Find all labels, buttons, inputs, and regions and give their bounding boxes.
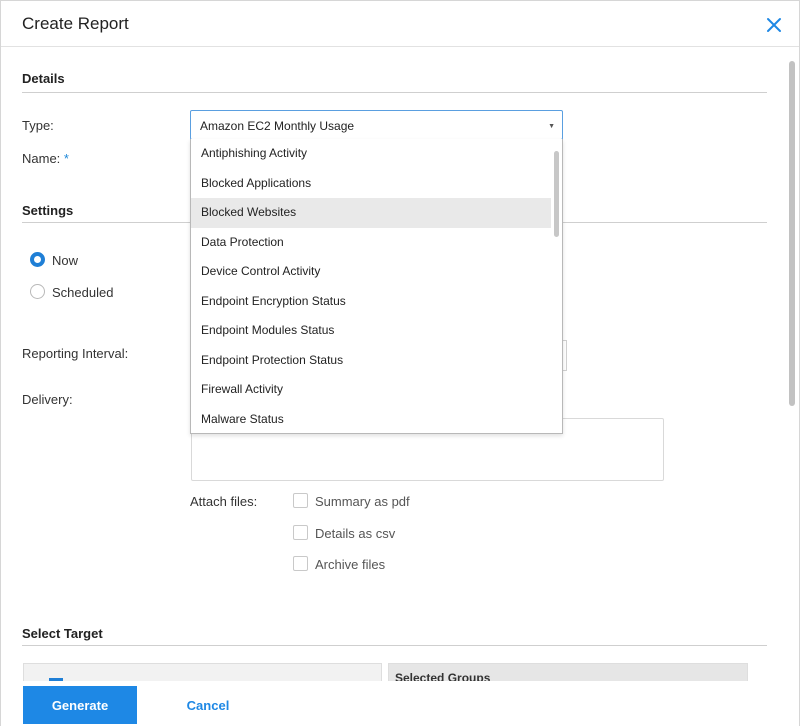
details-divider (22, 92, 767, 93)
settings-section-title: Settings (22, 203, 74, 218)
type-dropdown-list[interactable]: Antiphishing Activity Blocked Applicatio… (190, 139, 563, 434)
generate-button[interactable]: Generate (23, 686, 137, 724)
target-divider (22, 645, 767, 646)
cancel-button[interactable]: Cancel (171, 686, 245, 724)
dropdown-scrollbar-thumb[interactable] (554, 151, 559, 237)
summary-pdf-checkbox[interactable] (293, 493, 308, 508)
type-select[interactable]: Amazon EC2 Monthly Usage ▼ (190, 110, 563, 140)
radio-scheduled[interactable] (30, 284, 45, 299)
dialog-header: Create Report (1, 1, 799, 47)
dialog-scrollbar[interactable] (788, 61, 796, 681)
dialog-title: Create Report (22, 14, 129, 33)
name-label-text: Name: (22, 151, 61, 166)
radio-now[interactable] (30, 252, 45, 267)
dropdown-option[interactable]: Device Control Activity (191, 257, 551, 287)
dialog-scrollbar-thumb[interactable] (789, 61, 795, 406)
dropdown-option[interactable]: Data Protection (191, 228, 551, 258)
close-icon[interactable] (765, 16, 783, 34)
details-csv-checkbox[interactable] (293, 525, 308, 540)
radio-scheduled-label: Scheduled (52, 285, 114, 300)
attach-files-label: Attach files: (190, 494, 258, 509)
dropdown-option[interactable]: Blocked Applications (191, 169, 551, 199)
details-csv-label: Details as csv (315, 526, 396, 541)
reporting-interval-label: Reporting Interval: (22, 346, 129, 361)
dialog-content[interactable]: Details Type: Amazon EC2 Monthly Usage ▼… (1, 48, 787, 684)
summary-pdf-label: Summary as pdf (315, 494, 410, 509)
required-mark: * (63, 151, 69, 166)
archive-files-label: Archive files (315, 557, 386, 572)
name-label: Name: * (22, 151, 69, 166)
archive-files-checkbox[interactable] (293, 556, 308, 571)
dialog-footer: Generate Cancel (1, 681, 799, 726)
dropdown-option[interactable]: Antiphishing Activity (191, 139, 551, 169)
type-label: Type: (22, 118, 54, 133)
details-section-title: Details (22, 71, 65, 86)
select-target-section-title: Select Target (22, 626, 103, 641)
reporting-interval-select-edge[interactable] (563, 340, 567, 371)
dropdown-option-highlighted[interactable]: Blocked Websites (191, 198, 551, 228)
caret-down-icon: ▼ (548, 123, 555, 130)
create-report-dialog: Create Report Details Type: Amazon EC2 M… (0, 0, 800, 726)
dropdown-option[interactable]: Firewall Activity (191, 375, 551, 405)
dropdown-option[interactable]: Endpoint Modules Status (191, 316, 551, 346)
dropdown-option[interactable]: Endpoint Encryption Status (191, 287, 551, 317)
dropdown-option[interactable]: Endpoint Protection Status (191, 346, 551, 376)
dropdown-option[interactable]: Malware Status (191, 405, 551, 434)
type-select-value: Amazon EC2 Monthly Usage (200, 119, 355, 133)
radio-now-label: Now (52, 253, 79, 268)
delivery-label: Delivery: (22, 392, 73, 407)
